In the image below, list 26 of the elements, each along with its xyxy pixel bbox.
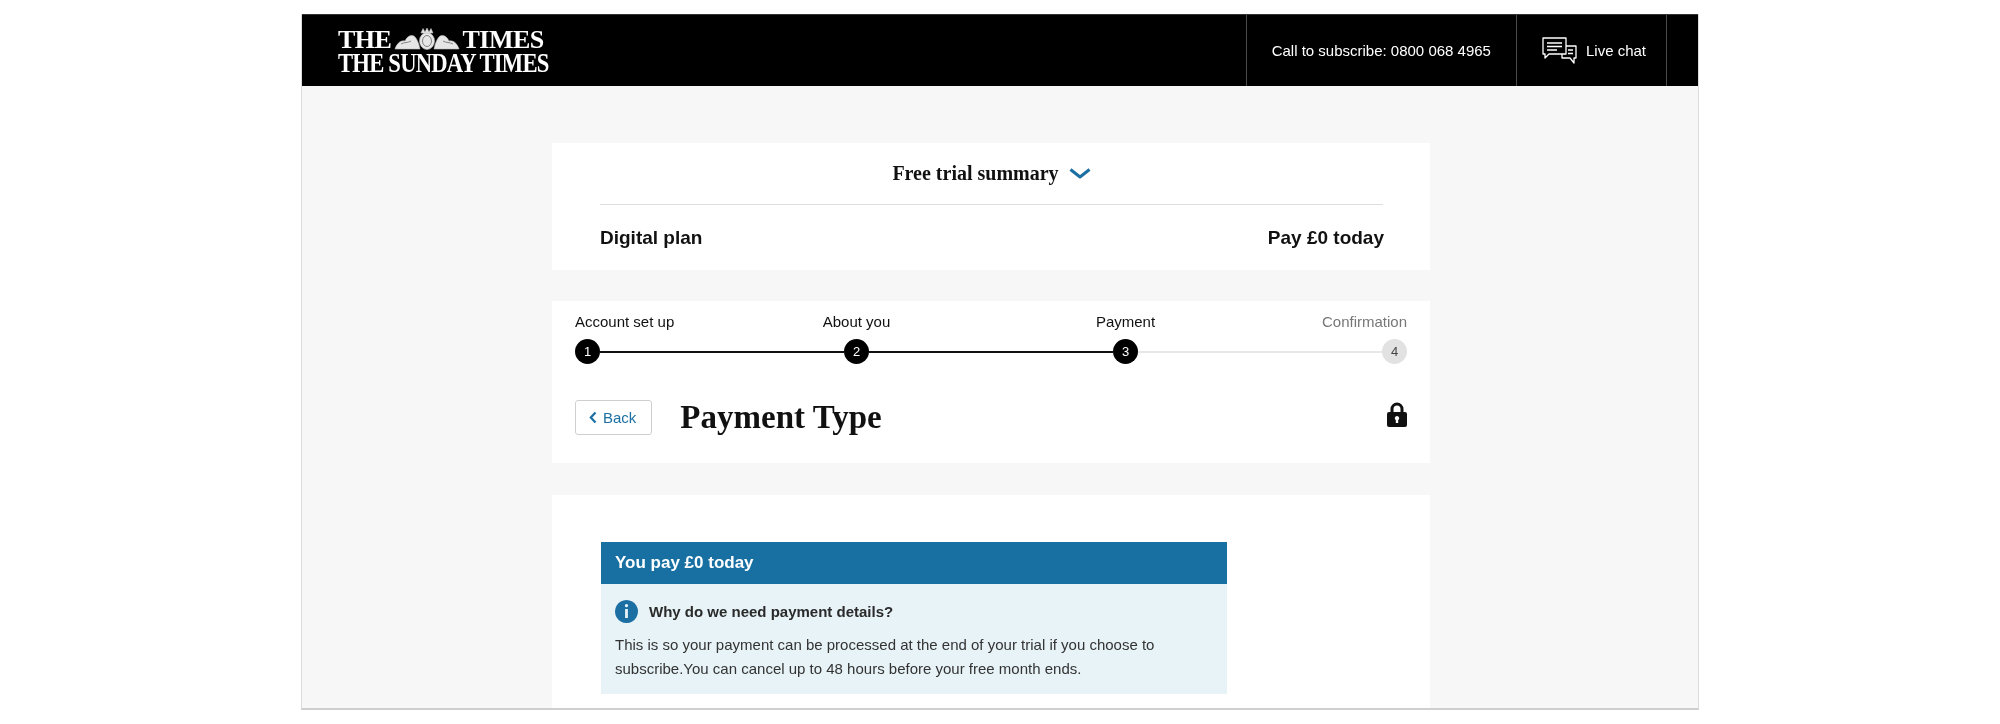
step-number: 3 [1113,339,1138,364]
info-icon [615,599,638,623]
step-number: 4 [1382,339,1407,364]
padlock-icon [1387,401,1407,427]
step-label: Account set up [575,312,675,332]
step-label: About you [822,312,891,332]
chevron-left-icon [589,410,597,424]
page-title: Payment Type [680,398,882,436]
notice-text: This is so your payment can be processed at the end of your trial if you choose to subscribe.You can cancel up to 48 hours before your free month ends. [615,635,1156,679]
step-label: Confirmation [1321,312,1407,332]
logo-text: THE [338,27,392,51]
logo-text: THE SUNDAY TIMES [338,50,549,74]
notice-question: Why do we need payment details? [649,602,894,620]
chat-bubbles-icon [1541,37,1577,64]
summary-toggle[interactable]: Free trial summary [892,162,1091,185]
live-chat-button[interactable]: Live chat [1515,15,1667,86]
step-number: 1 [575,339,600,364]
step-number: 2 [844,339,869,364]
step-label: Payment [1095,312,1156,332]
notice-header: You pay £0 today [601,542,1227,584]
back-button[interactable]: Back [575,399,653,435]
plan-name: Digital plan [600,226,703,249]
plan-price: Pay £0 today [1267,226,1384,249]
phone-link[interactable]: Call to subscribe: 0800 068 4965 [1245,15,1516,86]
crest-icon [393,28,462,50]
logo-text: TIMES [462,27,544,51]
